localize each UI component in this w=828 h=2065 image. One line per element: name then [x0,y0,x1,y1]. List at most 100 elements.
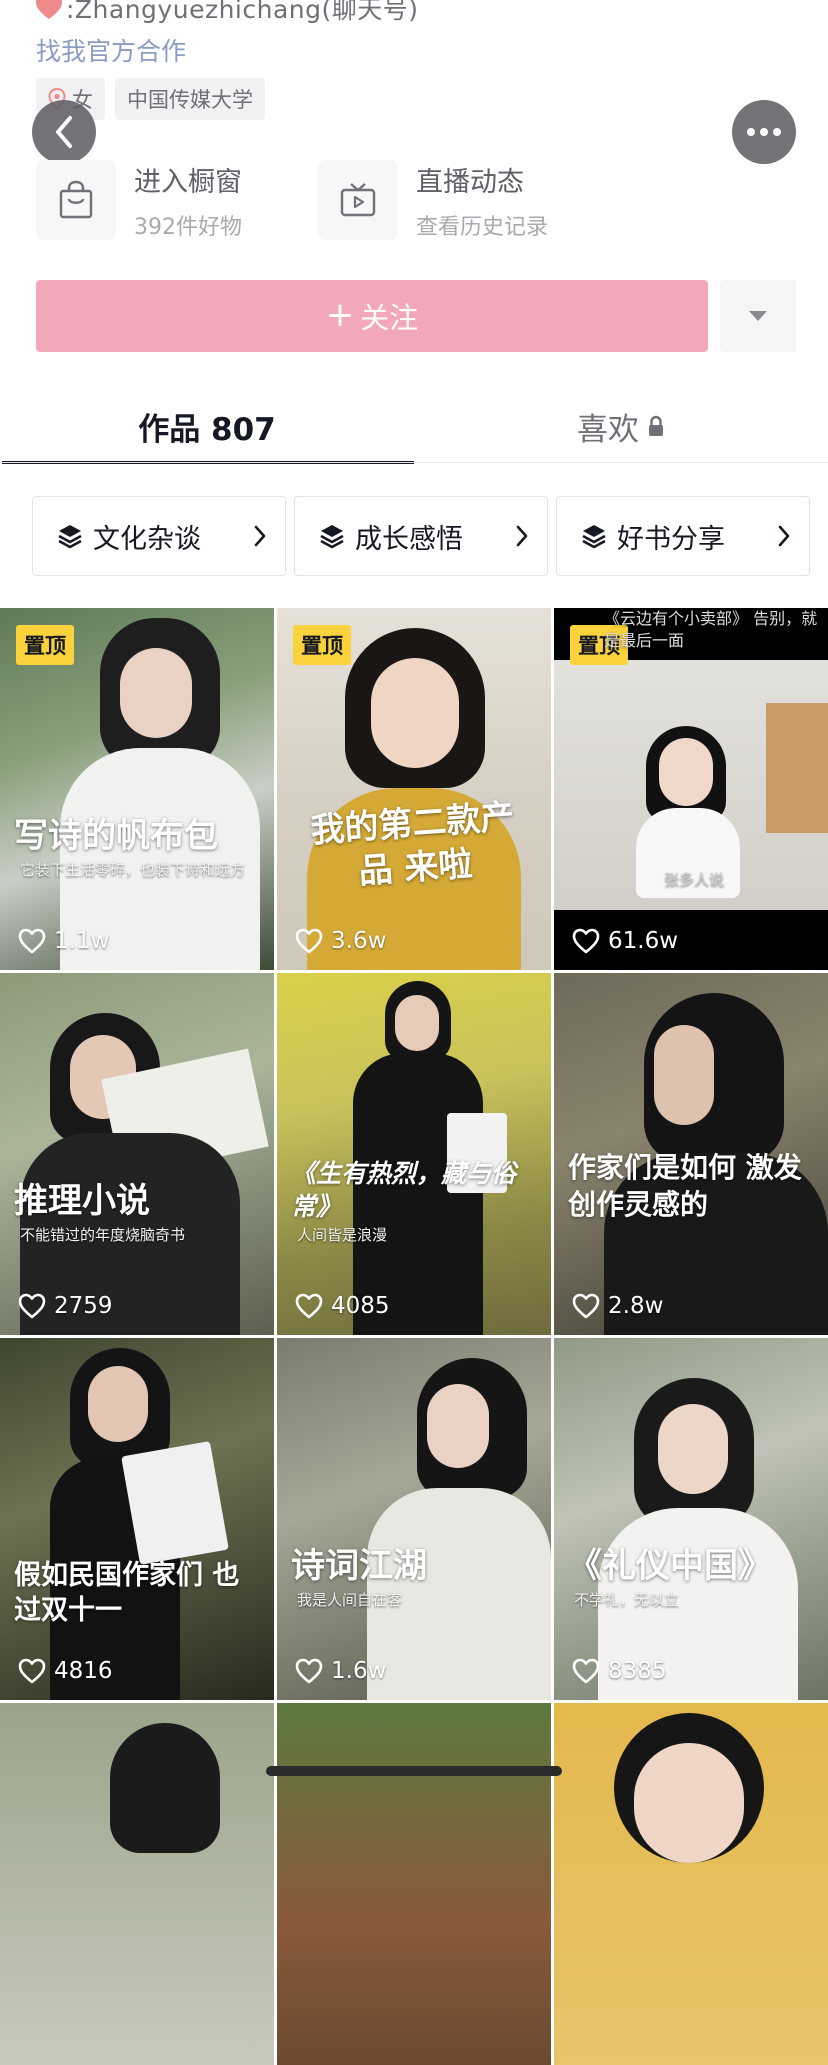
video-thumbnail[interactable]: 置顶 我的第二款产品 来啦 3.6w [277,608,551,970]
video-caption-subtitle: 不学礼，无以立 [574,1591,680,1609]
like-count-value: 2759 [54,1293,113,1319]
collection-label: 文化杂谈 [93,523,201,555]
like-count: 2759 [18,1293,113,1319]
like-count-value: 3.6w [331,928,387,954]
like-count-value: 61.6w [608,928,679,954]
like-count-value: 1.1w [54,928,110,954]
heart-outline-icon [18,1658,46,1684]
more-button[interactable] [732,100,796,164]
school-tag-label: 中国传媒大学 [127,88,253,112]
video-thumbnail[interactable] [554,1703,828,2065]
like-count: 2.8w [572,1293,663,1319]
video-thumbnail[interactable]: 《礼仪中国》 不学礼，无以立 8385 [554,1338,828,1700]
shop-window-entry[interactable]: 进入橱窗 392件好物 [36,158,318,242]
person-figure [88,1366,148,1442]
collection-chip[interactable]: 好书分享 [556,496,810,576]
tote-bag [121,1441,229,1565]
video-thumbnail[interactable]: 《生有热烈，藏与俗常》 人间皆是浪漫 4085 [277,973,551,1335]
layers-icon [582,525,606,549]
person-figure [634,1743,744,1863]
video-caption-title: 我的第二款产品 来啦 [309,796,516,892]
tab-likes-label: 喜欢 [577,411,639,448]
tab-likes[interactable]: 喜欢 [414,390,828,462]
shopping-bag-icon [59,180,93,219]
pinned-badge: 置顶 [293,625,351,665]
wechat-text: :Zhangyuezhichang(聊天号) [66,0,419,24]
heart-outline-icon [572,1658,600,1684]
layers-icon [320,525,344,549]
collection-chip[interactable]: 成长感悟 [294,496,548,576]
like-count: 4816 [18,1658,113,1684]
person-figure [658,1404,728,1494]
video-caption-title: 《云边有个小卖部》 告别，就是最后一面 [604,609,818,650]
video-caption-subtitle: 人间皆是浪漫 [297,1226,388,1244]
video-caption-title: 假如民国作家们 也过双十一 [14,1559,240,1626]
like-count: 8385 [572,1658,667,1684]
tv-icon [340,183,376,217]
like-count: 4085 [295,1293,390,1319]
heart-emoji-icon [36,0,62,19]
heart-outline-icon [295,1293,323,1319]
plus-icon: + [325,294,355,335]
school-tag: 中国传媒大学 [115,78,265,120]
collection-chips: 文化杂谈 成长感悟 好书分享 [32,496,810,576]
back-button[interactable] [32,100,96,164]
person-figure [110,1723,220,1853]
person-figure [659,738,713,806]
heart-outline-icon [295,928,323,954]
video-caption-title: 《生有热烈，藏与俗常》 [291,1159,517,1221]
video-caption-title: 推理小说 [14,1180,150,1221]
video-grid: 置顶 写诗的帆布包 它装下生活零碎，也装下诗和远方 1.1w 置顶 我的第二款产… [0,608,828,2065]
video-thumbnail[interactable]: 推理小说 不能错过的年度烧脑奇书 2759 [0,973,274,1335]
live-history-subtitle: 查看历史记录 [416,214,549,240]
profile-entries: 进入橱窗 392件好物 直播动态 查看历史记录 [36,158,600,242]
chevron-right-icon [778,525,790,547]
profile-tabs: 作品 807 喜欢 [0,390,828,464]
chevron-right-icon [516,525,528,547]
heart-outline-icon [295,1658,323,1684]
video-thumbnail[interactable] [0,1703,274,2065]
video-thumbnail[interactable]: 假如民国作家们 也过双十一 4816 [0,1338,274,1700]
lock-icon [649,415,663,436]
more-dots-icon [747,128,781,136]
shop-window-title: 进入橱窗 [134,166,242,198]
chevron-right-icon [254,525,266,547]
layers-icon [58,525,82,549]
like-count: 3.6w [295,928,386,954]
recommend-dropdown-button[interactable] [720,280,796,352]
like-count-value: 4085 [331,1293,390,1319]
person-figure [654,1025,714,1125]
collection-chip[interactable]: 文化杂谈 [32,496,286,576]
tabs-divider [0,462,828,463]
tab-works[interactable]: 作品 807 [0,390,414,464]
like-count: 1.6w [295,1658,386,1684]
video-thumbnail[interactable]: 置顶 写诗的帆布包 它装下生活零碎，也装下诗和远方 1.1w [0,608,274,970]
video-caption-subtitle: 张多人说 [664,871,725,889]
collab-link[interactable]: 找我官方合作 [36,32,186,68]
triangle-down-icon [749,311,767,321]
video-thumbnail[interactable]: 置顶 《云边有个小卖部》 告别，就是最后一面 张多人说 61.6w [554,608,828,970]
video-thumbnail[interactable]: 作家们是如何 激发创作灵感的 2.8w [554,973,828,1335]
video-caption-title: 《礼仪中国》 [568,1545,772,1586]
video-thumbnail[interactable]: 诗词江湖 我是人间自在客 1.6w [277,1338,551,1700]
pinned-badge: 置顶 [16,625,74,665]
video-caption-subtitle: 不能错过的年度烧脑奇书 [20,1226,186,1244]
live-history-entry[interactable]: 直播动态 查看历史记录 [318,158,600,242]
follow-button[interactable]: + 关注 [36,280,708,352]
person-figure [371,658,459,768]
live-history-title: 直播动态 [416,166,524,198]
video-thumbnail[interactable] [277,1703,551,2065]
follow-label: 关注 [360,301,419,335]
wechat-line: :Zhangyuezhichang(聊天号) [36,0,419,26]
video-caption-title: 作家们是如何 激发创作灵感的 [568,1151,802,1221]
heart-outline-icon [572,928,600,954]
video-caption-subtitle: 我是人间自在客 [297,1591,403,1609]
heart-outline-icon [18,1293,46,1319]
shop-icon-box [36,160,116,240]
home-indicator [266,1766,562,1776]
like-count-value: 1.6w [331,1658,387,1684]
tab-works-label: 作品 807 [138,411,276,448]
video-caption-subtitle: 它装下生活零碎，也装下诗和远方 [20,861,246,879]
chevron-left-icon [56,116,72,148]
shop-window-subtitle: 392件好物 [134,214,242,240]
